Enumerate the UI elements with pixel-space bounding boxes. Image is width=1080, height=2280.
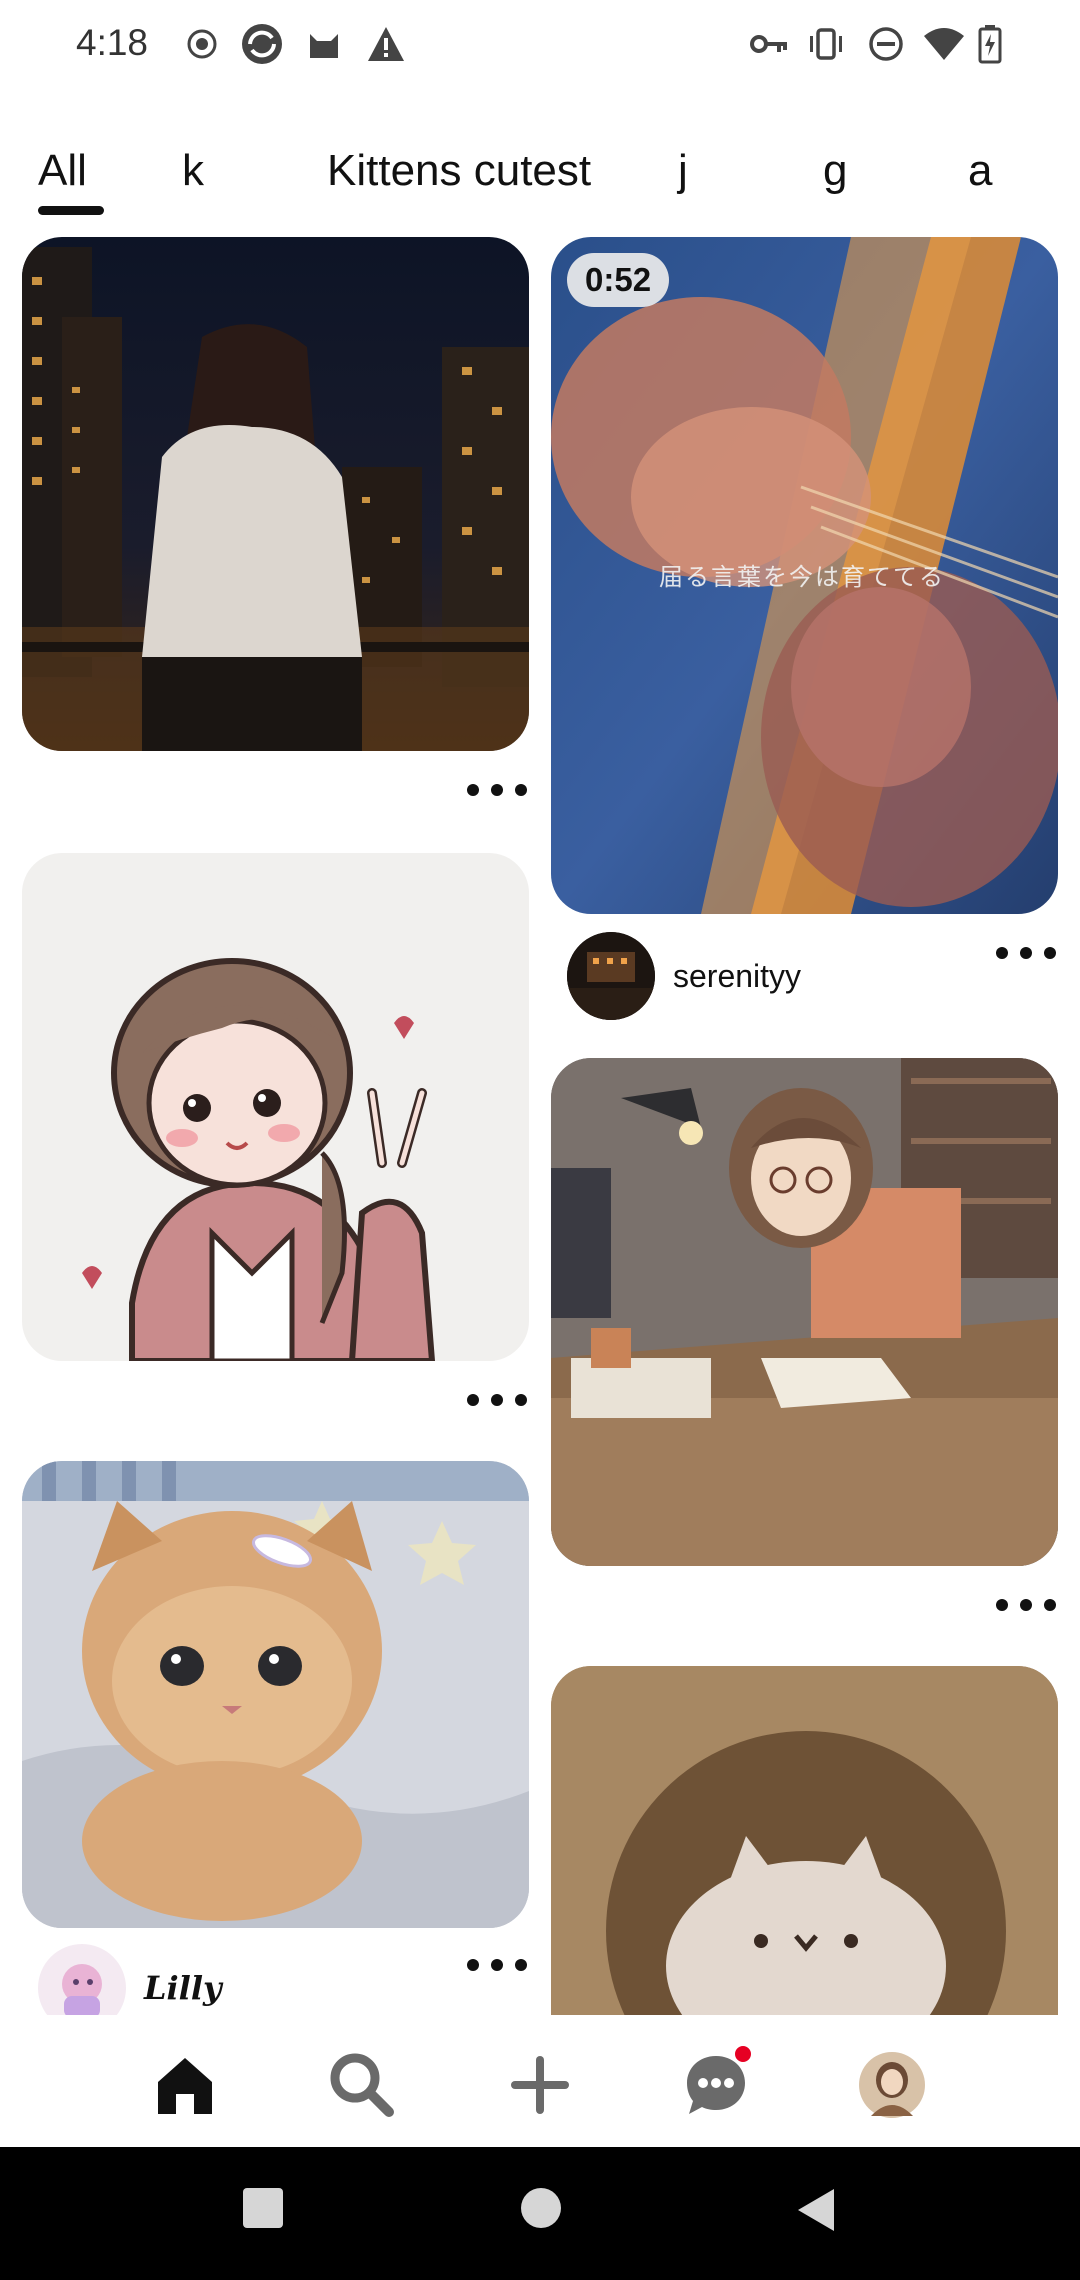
system-navigation-bar [0, 2147, 1080, 2280]
messages-icon[interactable] [676, 2043, 756, 2125]
back-button[interactable] [796, 2187, 836, 2238]
notification-dot [732, 2043, 754, 2065]
home-button[interactable] [520, 2187, 562, 2234]
pin-study-girl[interactable] [551, 1058, 1058, 1566]
pin-more-options-button[interactable] [467, 1950, 527, 1980]
status-time: 4:18 [76, 22, 149, 63]
pin-more-options-button[interactable] [996, 1590, 1056, 1620]
pin-feed[interactable]: Lilly 届る言葉を今は育ててる 0:52 serenityy [0, 222, 1080, 2015]
board-tabs: All k Kittens cutest j g a [0, 130, 1080, 220]
battery-icon [978, 22, 1002, 66]
tab-g[interactable]: g [823, 146, 847, 196]
pin-author[interactable]: Lilly [38, 1944, 222, 2015]
tab-k[interactable]: k [182, 146, 204, 196]
pin-cat-illustration[interactable] [551, 1666, 1058, 2015]
bottom-navigation [0, 2015, 1080, 2147]
recents-button[interactable] [242, 2187, 284, 2234]
video-overlay-text: 届る言葉を今は育ててる [659, 563, 945, 591]
pin-guitar-video[interactable]: 届る言葉を今は育ててる 0:52 [551, 237, 1058, 914]
pin-image [551, 1666, 1058, 2015]
selected-tab-indicator [38, 206, 104, 215]
pin-more-options-button[interactable] [467, 775, 527, 805]
video-duration-badge: 0:52 [567, 253, 670, 307]
app-icon [240, 22, 284, 66]
profile-avatar[interactable] [852, 2045, 932, 2125]
key-icon [750, 22, 788, 66]
tab-all[interactable]: All [38, 146, 87, 196]
author-name: serenityy [673, 957, 802, 994]
pin-image [551, 1058, 1058, 1566]
pin-image [82, 958, 436, 1361]
dnd-icon [868, 22, 904, 66]
pin-author[interactable]: serenityy [567, 932, 801, 1020]
pin-cartoon-girl[interactable] [22, 853, 529, 1361]
pin-more-options-button[interactable] [467, 1385, 527, 1415]
tab-a[interactable]: a [968, 146, 992, 196]
status-bar: 4:18 [0, 0, 1080, 90]
pin-more-options-button[interactable] [996, 938, 1056, 968]
cat-icon [306, 22, 342, 66]
search-icon[interactable] [322, 2045, 402, 2125]
home-icon[interactable] [145, 2045, 225, 2125]
author-name: Lilly [144, 1969, 222, 2007]
author-avatar [38, 1944, 126, 2015]
tab-j[interactable]: j [678, 146, 688, 196]
pin-kitten[interactable] [22, 1461, 529, 1928]
pin-image [22, 237, 529, 751]
vibrate-icon [806, 22, 846, 66]
record-icon [186, 22, 218, 66]
author-avatar [567, 932, 655, 1020]
wifi-icon [922, 22, 966, 66]
pin-image [22, 1461, 529, 1928]
pin-night-city-girl[interactable] [22, 237, 529, 751]
tab-kittens-cutest[interactable]: Kittens cutest [327, 146, 591, 196]
warning-icon [366, 22, 406, 66]
create-icon[interactable] [500, 2045, 580, 2125]
